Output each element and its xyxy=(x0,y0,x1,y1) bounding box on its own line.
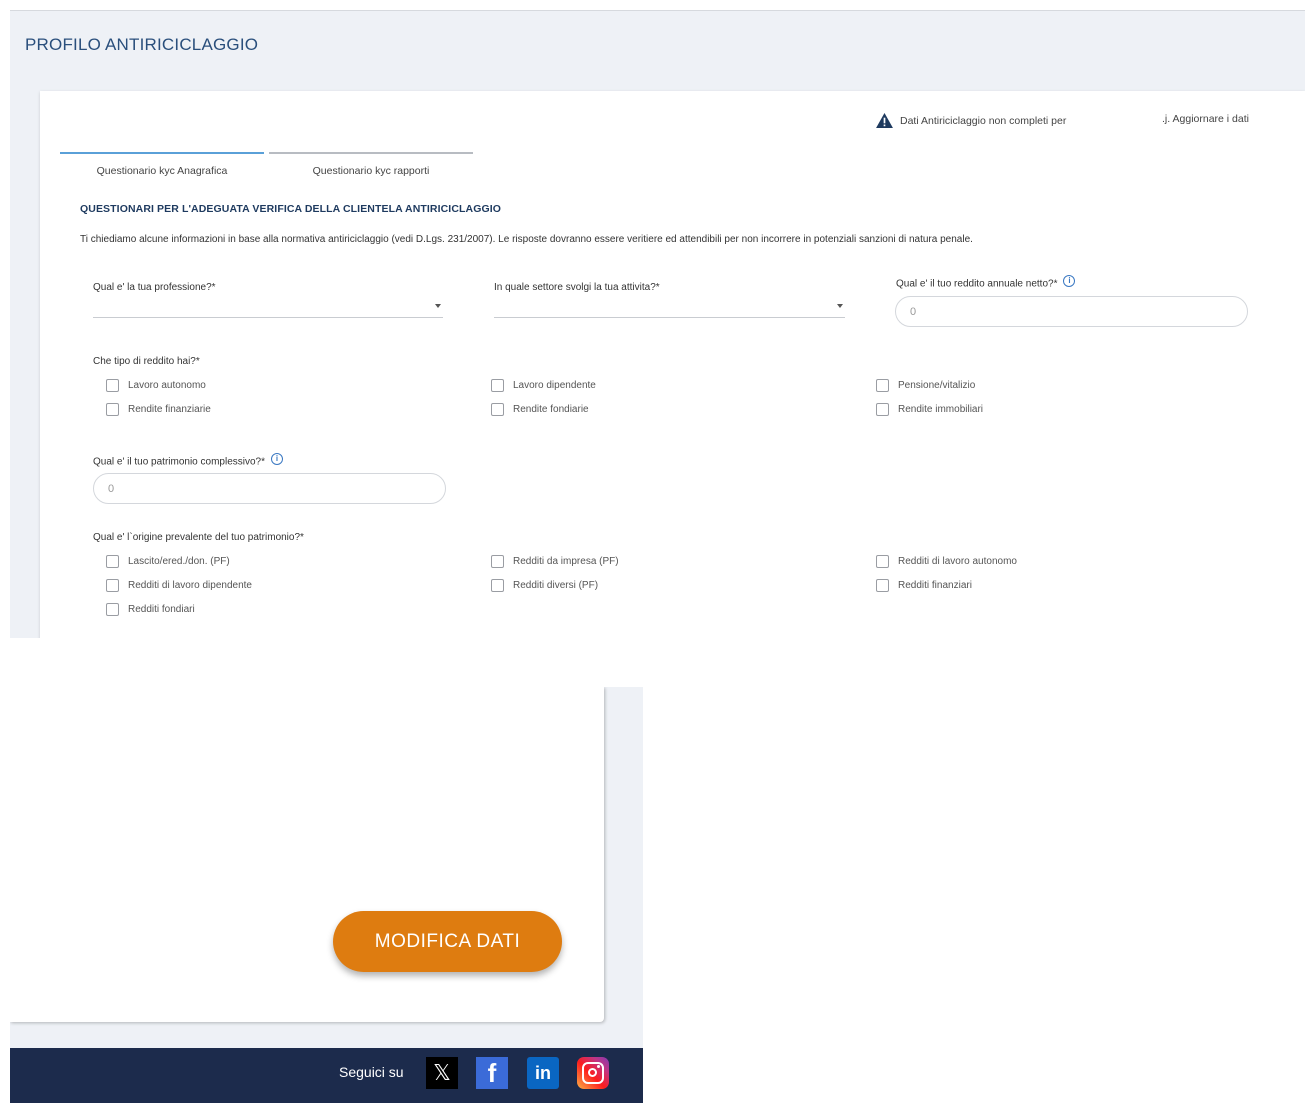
checkbox-rendite-fondiarie[interactable]: Rendite fondiarie xyxy=(491,403,589,416)
checkbox-redditi-fondiari[interactable]: Redditi fondiari xyxy=(106,603,195,616)
checkbox-redditi-lavoro-dipendente[interactable]: Redditi di lavoro dipendente xyxy=(106,579,252,592)
tab-kyc-anagrafica[interactable]: Questionario kyc Anagrafica xyxy=(60,152,264,177)
linkedin-icon[interactable]: in xyxy=(527,1057,559,1089)
footer: Seguici su 𝕏 f in xyxy=(10,1048,643,1103)
update-data-link[interactable]: .j. Aggiornare i dati xyxy=(1162,113,1249,125)
follow-us-label: Seguici su xyxy=(339,1064,404,1080)
profession-label: Qual e' la tua professione?* xyxy=(93,282,216,293)
bottom-section: MODIFICA DATI Seguici su 𝕏 f in xyxy=(10,687,643,1103)
checkbox-rendite-immobiliari[interactable]: Rendite immobiliari xyxy=(876,403,983,416)
info-icon[interactable]: i xyxy=(1063,275,1076,287)
checkbox-pensione-vitalizio[interactable]: Pensione/vitalizio xyxy=(876,379,975,392)
checkbox-rendite-finanziarie[interactable]: Rendite finanziarie xyxy=(106,403,211,416)
instagram-icon[interactable] xyxy=(577,1057,609,1089)
facebook-icon[interactable]: f xyxy=(476,1057,508,1089)
income-label: Qual e' il tuo reddito annuale netto?* i xyxy=(896,275,1076,290)
checkbox-lavoro-dipendente[interactable]: Lavoro dipendente xyxy=(491,379,596,392)
checkbox-redditi-finanziari[interactable]: Redditi finanziari xyxy=(876,579,972,592)
questionnaire-card: Dati Antiriciclaggio non completi per .j… xyxy=(40,91,1305,638)
section-title: QUESTIONARI PER L'ADEGUATA VERIFICA DELL… xyxy=(80,203,502,215)
info-icon[interactable]: i xyxy=(271,453,283,465)
income-type-label: Che tipo di reddito hai?* xyxy=(93,356,200,367)
actions-card: MODIFICA DATI xyxy=(10,687,604,1022)
profession-select[interactable] xyxy=(93,298,443,318)
chevron-down-icon xyxy=(837,304,843,308)
sector-label: In quale settore svolgi la tua attivita?… xyxy=(494,282,660,293)
checkbox-lascito[interactable]: Lascito/ered./don. (PF) xyxy=(106,555,230,568)
checkbox-lavoro-autonomo[interactable]: Lavoro autonomo xyxy=(106,379,206,392)
page-title: PROFILO ANTIRICICLAGGIO xyxy=(25,35,259,54)
assets-origin-label: Qual e' l`origine prevalente del tuo pat… xyxy=(93,532,304,543)
checkbox-redditi-diversi[interactable]: Redditi diversi (PF) xyxy=(491,579,598,592)
checkbox-redditi-impresa[interactable]: Redditi da impresa (PF) xyxy=(491,555,619,568)
questionnaire-tabs: Questionario kyc Anagrafica Questionario… xyxy=(60,152,478,177)
section-intro: Ti chiediamo alcune informazioni in base… xyxy=(80,234,973,245)
tab-kyc-rapporti[interactable]: Questionario kyc rapporti xyxy=(269,152,473,177)
chevron-down-icon xyxy=(435,304,441,308)
income-input[interactable]: 0 xyxy=(895,296,1248,327)
assets-input[interactable]: 0 xyxy=(93,473,446,504)
checkbox-redditi-lavoro-autonomo[interactable]: Redditi di lavoro autonomo xyxy=(876,555,1017,568)
warning-triangle-icon xyxy=(876,113,893,128)
incomplete-data-warning: Dati Antiriciclaggio non completi per .j… xyxy=(876,113,1249,128)
anti-money-laundering-profile-screen: PROFILO ANTIRICICLAGGIO Dati Antiricicla… xyxy=(10,10,1305,638)
assets-label: Qual e' il tuo patrimonio complessivo?* i xyxy=(93,453,283,468)
sector-select[interactable] xyxy=(494,298,845,318)
x-icon[interactable]: 𝕏 xyxy=(426,1057,458,1089)
modify-data-button[interactable]: MODIFICA DATI xyxy=(333,911,562,972)
warning-text: Dati Antiriciclaggio non completi per xyxy=(900,114,1067,127)
